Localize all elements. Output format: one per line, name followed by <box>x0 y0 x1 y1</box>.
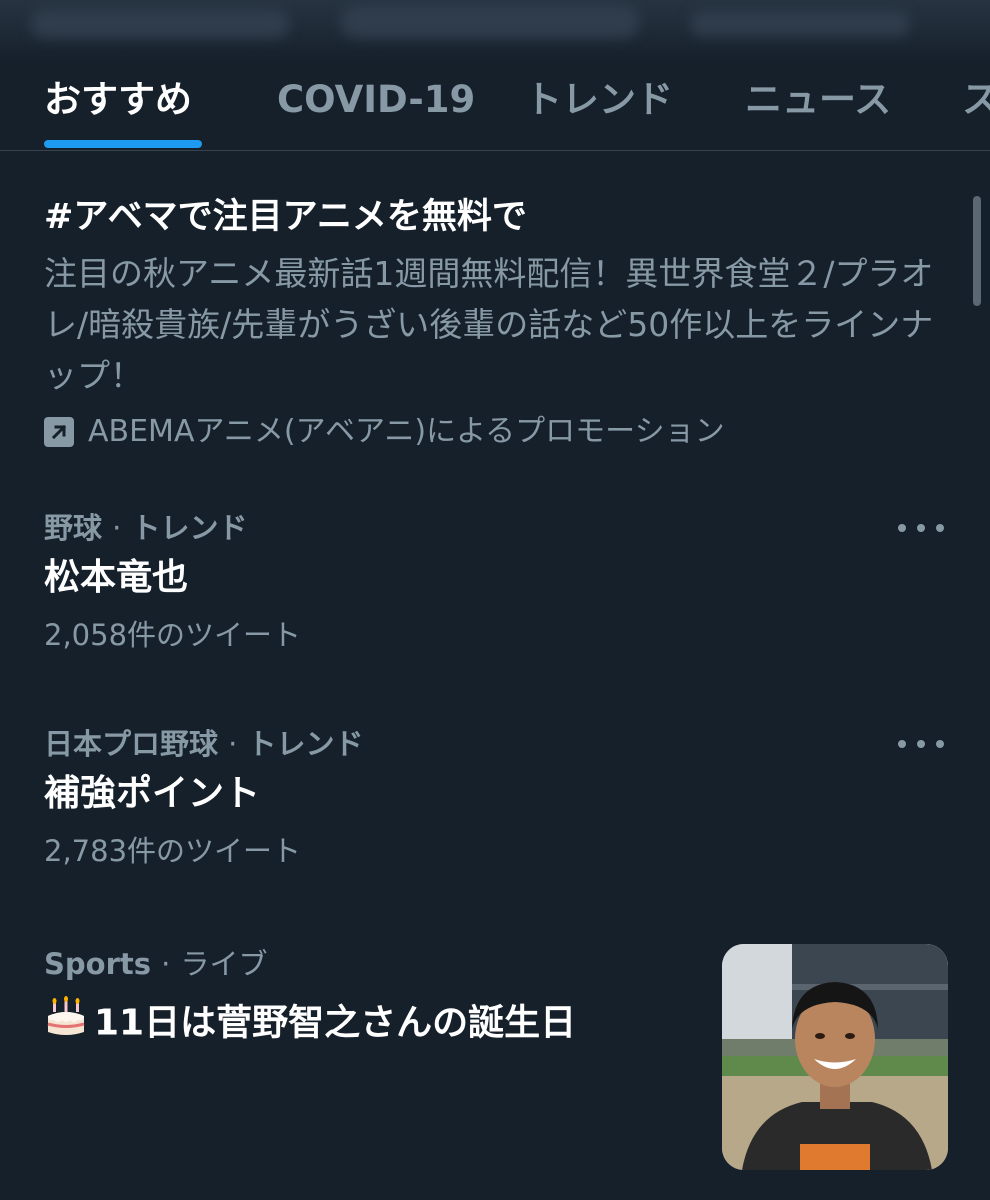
active-tab-indicator <box>44 140 202 148</box>
explore-tabs: おすすめ COVID-19 トレンド ニュース ス <box>0 60 990 151</box>
promoted-by-text: ABEMAアニメ(アベアニ)によるプロモーション <box>88 414 725 449</box>
trend-category: 野球 <box>44 511 103 545</box>
more-options-icon[interactable] <box>898 726 944 762</box>
promoted-trend-description: 注目の秋アニメ最新話1週間無料配信！異世界食堂２/プラオレ/暗殺貴族/先輩がうざ… <box>44 254 934 395</box>
tab-covid19[interactable]: COVID-19 <box>277 70 475 140</box>
promoted-by-line: ABEMAアニメ(アベアニ)によるプロモーション <box>44 409 944 455</box>
tab-sports[interactable]: ス <box>962 70 990 140</box>
tab-news[interactable]: ニュース <box>745 70 891 140</box>
more-options-icon[interactable] <box>898 510 944 546</box>
promoted-trend-title[interactable]: #アベマで注目アニメを無料で <box>44 192 944 242</box>
trend-category: 日本プロ野球 <box>44 727 219 761</box>
trend-tweet-count: 2,783件のツイート <box>44 834 302 868</box>
promoted-arrow-icon <box>44 417 74 447</box>
blurred-header <box>0 0 990 60</box>
promoted-trend[interactable]: #アベマで注目アニメを無料で 注目の秋アニメ最新話1週間無料配信！異世界食堂２/… <box>44 192 944 455</box>
trend-item[interactable]: 日本プロ野球 · トレンド 補強ポイント 2,783件のツイート <box>44 722 944 876</box>
scrollbar[interactable] <box>973 196 981 306</box>
live-label: ライブ <box>180 947 268 981</box>
trend-name[interactable]: 補強ポイント <box>44 766 944 822</box>
birthday-cake-icon <box>44 994 88 1055</box>
live-event-separator: · <box>161 947 171 981</box>
trend-separator: · <box>228 727 238 761</box>
live-event-category: Sports <box>44 947 151 981</box>
trend-context-label: トレンド <box>247 727 364 761</box>
trend-tweet-count: 2,058件のツイート <box>44 618 302 652</box>
trend-context-label: トレンド <box>131 511 248 545</box>
trend-context: 日本プロ野球 · トレンド <box>44 722 944 766</box>
trend-item[interactable]: 野球 · トレンド 松本竜也 2,058件のツイート <box>44 506 944 660</box>
trend-separator: · <box>112 511 122 545</box>
trend-name[interactable]: 松本竜也 <box>44 550 944 606</box>
live-event-thumbnail[interactable] <box>722 944 948 1170</box>
tab-recommended[interactable]: おすすめ <box>44 70 192 140</box>
tab-trending[interactable]: トレンド <box>525 70 673 140</box>
live-event-title-text: 11日は菅野智之さんの誕生日 <box>94 1002 577 1044</box>
trend-context: 野球 · トレンド <box>44 506 944 550</box>
